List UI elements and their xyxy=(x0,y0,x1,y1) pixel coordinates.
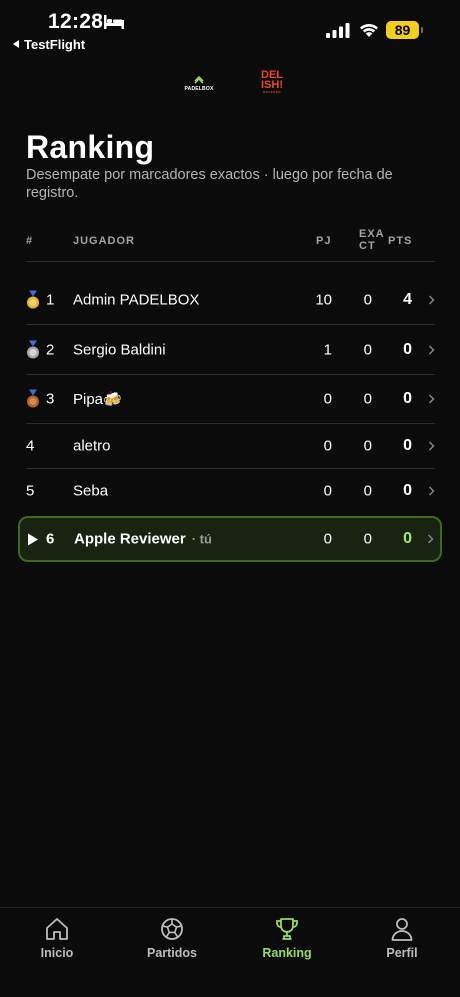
exact-value: 0 xyxy=(363,291,372,308)
wifi-icon xyxy=(360,23,378,37)
column-points: PTS xyxy=(388,235,413,247)
chevron-right-icon xyxy=(429,394,435,404)
played-value: 0 xyxy=(323,530,332,548)
status-time: 12:28 xyxy=(48,10,104,33)
padelbox-mark-icon xyxy=(194,76,204,84)
rank-cell: 2 xyxy=(26,340,54,359)
chevron-right-icon xyxy=(429,295,435,304)
played-value: 0 xyxy=(323,390,332,408)
battery-indicator: 89 xyxy=(386,21,423,39)
page-title: Ranking xyxy=(26,129,155,165)
ranking-row[interactable]: 2 Sergio Baldini 1 0 0 xyxy=(26,325,435,375)
ranking-row[interactable]: 3 Pipa🍻 0 0 0 xyxy=(26,375,435,424)
you-label: · tú xyxy=(191,531,212,547)
rank-cell: 3 xyxy=(26,389,54,409)
rank-cell: 4 xyxy=(26,437,35,455)
tab-inicio[interactable]: Inicio xyxy=(17,916,97,960)
trophy-icon xyxy=(276,918,298,940)
page-subtitle: Desempate por marcadores exactos · luego… xyxy=(26,167,393,201)
back-arrow-icon xyxy=(13,40,19,48)
played-value: 10 xyxy=(315,291,332,308)
current-user-row[interactable]: 6 Apple Reviewer · tú 0 0 0 xyxy=(18,516,442,562)
padelbox-logo: PADELBOX xyxy=(182,76,216,96)
player-name: Admin PADELBOX xyxy=(73,291,200,308)
exact-value: 0 xyxy=(363,390,372,408)
chevron-right-icon xyxy=(429,345,435,354)
player-name: Pipa🍻 xyxy=(73,391,122,408)
points-value: 0 xyxy=(403,482,412,499)
status-bar: 12:28 TestFlight 89 xyxy=(0,0,460,58)
rank-cell: 1 xyxy=(26,290,54,309)
gold-medal-icon xyxy=(27,290,39,308)
exact-value: 0 xyxy=(363,482,372,500)
ranking-row[interactable]: 4 aletro 0 0 0 xyxy=(26,424,435,469)
points-value: 0 xyxy=(403,437,412,454)
ranking-row[interactable]: 1 Admin PADELBOX 10 0 4 xyxy=(26,275,435,325)
ranking-row[interactable]: 5 Seba 0 0 0 xyxy=(26,469,435,513)
player-name: aletro xyxy=(73,437,111,455)
player-name: Seba xyxy=(73,482,109,500)
rank-cell: 6 xyxy=(28,531,54,548)
tab-ranking[interactable]: Ranking xyxy=(247,916,327,960)
points-value: 4 xyxy=(403,290,412,308)
tab-partidos[interactable]: Partidos xyxy=(132,916,212,960)
chevron-right-icon xyxy=(429,441,435,451)
exact-value: 0 xyxy=(363,530,372,548)
points-value: 0 xyxy=(403,530,412,547)
exact-value: 0 xyxy=(363,341,372,358)
exact-value: 0 xyxy=(363,437,372,455)
ranking-list: 1 Admin PADELBOX 10 0 4 2 Sergio Baldini… xyxy=(18,275,442,562)
played-value: 1 xyxy=(323,341,332,358)
column-player: JUGADOR xyxy=(73,235,136,247)
delishi-logo: DEL ISH! RECESSO xyxy=(261,69,283,95)
column-played: PJ xyxy=(316,235,332,247)
column-rank: # xyxy=(26,235,34,247)
column-exact: EXA CT xyxy=(359,228,385,252)
sleep-bed-icon xyxy=(104,15,124,29)
tab-perfil[interactable]: Perfil xyxy=(362,916,442,960)
bottom-tab-bar: Inicio Partidos Ranking Perfil xyxy=(0,907,460,997)
ranking-table-header: # JUGADOR PJ EXA CT PTS xyxy=(26,226,435,262)
chevron-right-icon xyxy=(428,534,434,544)
cellular-signal-icon xyxy=(326,23,350,38)
rank-cell: 5 xyxy=(26,482,35,500)
current-position-icon xyxy=(28,533,38,545)
bronze-medal-icon xyxy=(27,389,39,408)
points-value: 0 xyxy=(403,390,412,407)
ball-icon xyxy=(161,918,183,940)
player-name: Apple Reviewer · tú xyxy=(74,530,212,548)
player-name: Sergio Baldini xyxy=(73,341,166,358)
points-value: 0 xyxy=(403,340,412,358)
home-icon xyxy=(46,918,68,940)
played-value: 0 xyxy=(323,482,332,500)
silver-medal-icon xyxy=(27,340,39,358)
back-to-testflight[interactable]: TestFlight xyxy=(13,37,85,52)
user-icon xyxy=(391,918,413,941)
chevron-right-icon xyxy=(429,486,435,496)
played-value: 0 xyxy=(323,437,332,455)
